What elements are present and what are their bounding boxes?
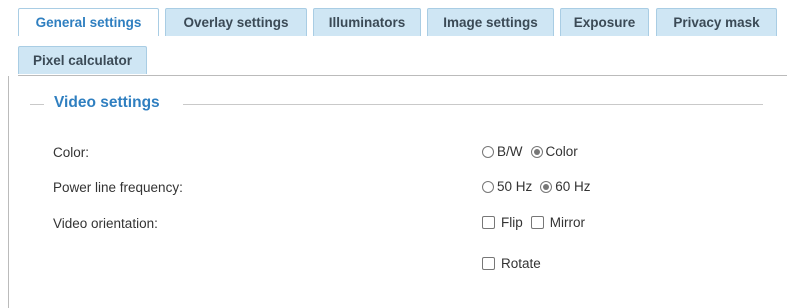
checkbox-mirror-label[interactable]: Mirror — [550, 215, 585, 230]
tab-overlay-settings[interactable]: Overlay settings — [165, 8, 307, 36]
tab-privacy-mask[interactable]: Privacy mask — [656, 8, 777, 36]
power-line-frequency-label: Power line frequency: — [53, 180, 183, 195]
radio-50hz-label[interactable]: 50 Hz — [497, 179, 532, 194]
radio-60hz-label[interactable]: 60 Hz — [555, 179, 590, 194]
checkbox-rotate-label[interactable]: Rotate — [501, 256, 541, 271]
color-label: Color: — [53, 145, 90, 160]
tab-image-settings[interactable]: Image settings — [427, 8, 554, 36]
radio-color-label[interactable]: Color — [546, 144, 578, 159]
checkbox-mirror[interactable] — [530, 216, 544, 229]
checkbox-flip[interactable] — [482, 216, 495, 229]
color-options: B/W Color — [482, 144, 586, 159]
checkbox-flip-label[interactable]: Flip — [501, 215, 523, 230]
tab-general-settings[interactable]: General settings — [18, 8, 159, 36]
radio-color[interactable] — [530, 145, 543, 158]
tab-pixel-calculator[interactable]: Pixel calculator — [18, 46, 147, 74]
section-title: Video settings — [54, 94, 160, 111]
radio-50hz[interactable] — [482, 180, 494, 193]
radio-bw-label[interactable]: B/W — [497, 144, 523, 159]
orientation-options: Flip Mirror — [482, 215, 593, 230]
tab-exposure[interactable]: Exposure — [560, 8, 649, 36]
video-orientation-label: Video orientation: — [53, 216, 158, 231]
rotate-option: Rotate — [482, 256, 549, 271]
tab-illuminators[interactable]: Illuminators — [313, 8, 421, 36]
checkbox-rotate[interactable] — [482, 257, 495, 270]
fieldset-border-left — [30, 104, 44, 105]
radio-60hz[interactable] — [540, 180, 553, 193]
fieldset-border-right — [183, 104, 763, 105]
power-line-options: 50 Hz 60 Hz — [482, 179, 599, 194]
radio-bw[interactable] — [482, 145, 494, 158]
